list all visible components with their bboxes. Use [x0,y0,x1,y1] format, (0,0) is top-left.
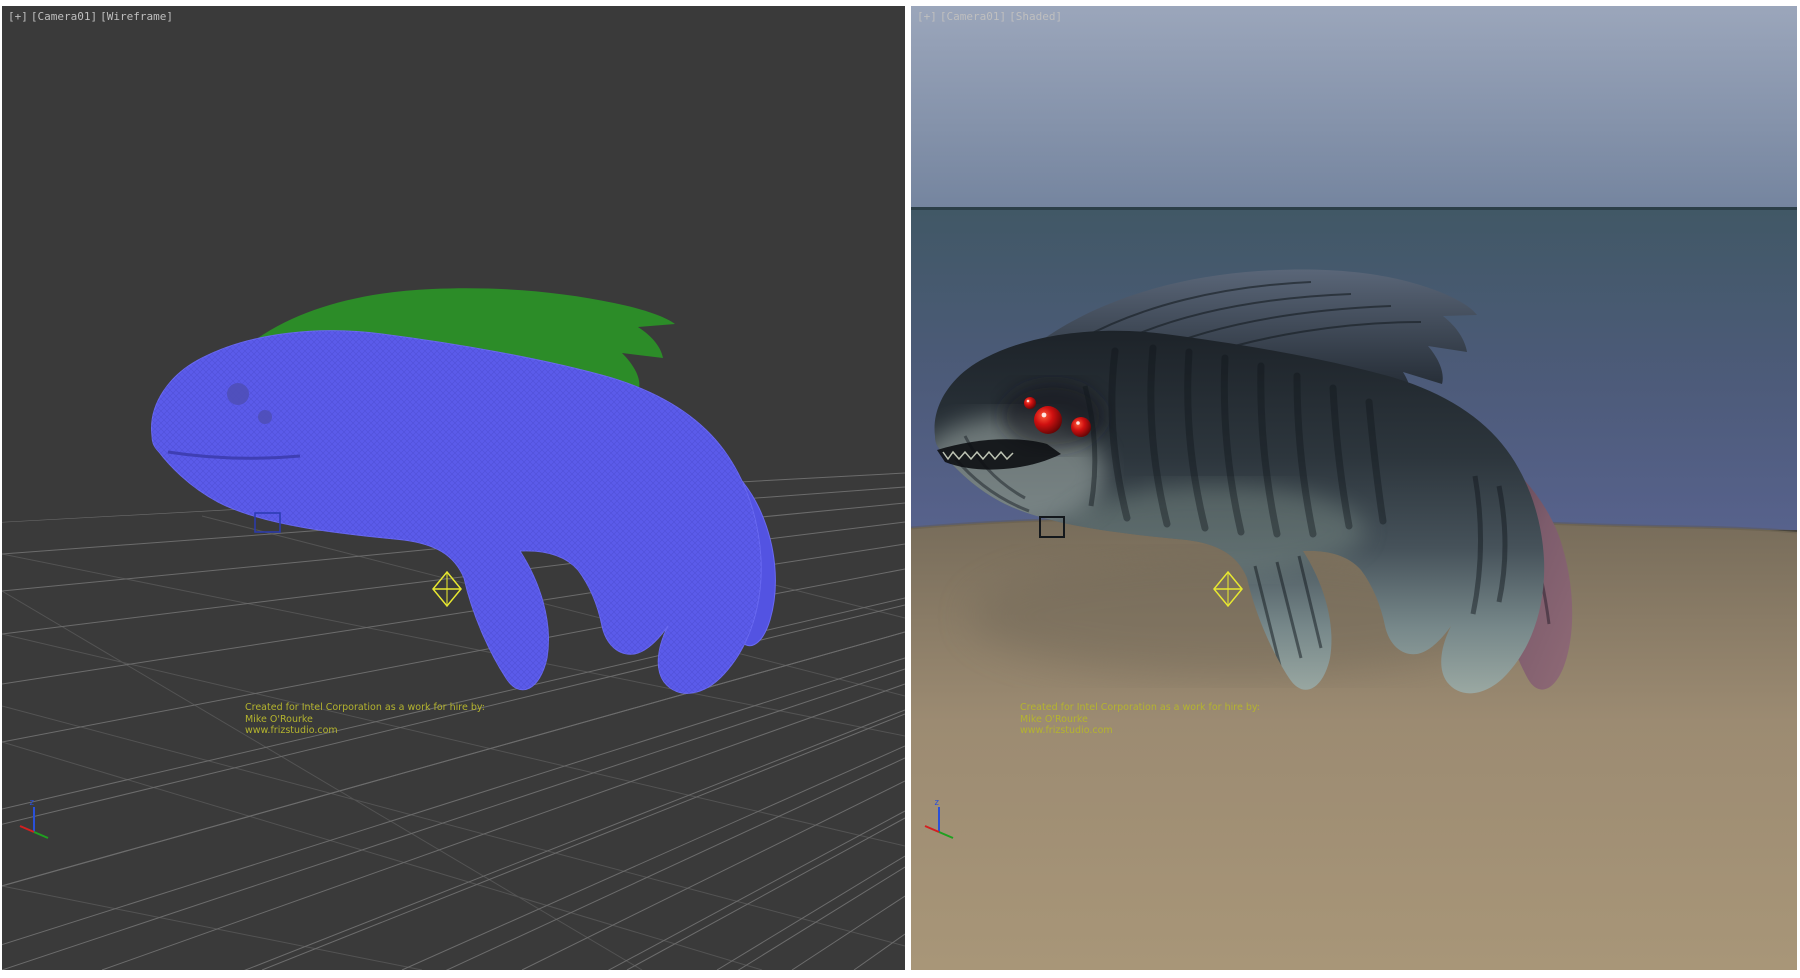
viewport-label-right: [+] [Camera01] [Shaded] [917,10,1062,23]
scene-annotation-text: Created for Intel Corporation as a work … [1020,702,1260,737]
world-axis-tripod: z [18,796,58,842]
axis-x-icon [925,826,939,832]
sky-upper [911,6,1797,207]
shading-mode-label[interactable]: [Wireframe] [100,10,173,23]
axis-y-icon [34,832,48,838]
annotation-line-3: www.frizstudio.com [245,725,485,737]
viewport-wireframe[interactable]: [+] [Camera01] [Wireframe] [2,6,905,970]
axis-z-label: z [29,798,34,808]
fish-eye-wireframe [227,383,249,405]
axis-y-icon [939,832,953,838]
world-axis-tripod: z [923,796,963,842]
annotation-line-2: Mike O'Rourke [1020,714,1260,726]
scene-annotation-text: Created for Intel Corporation as a work … [245,702,485,737]
viewport-menu-button[interactable]: [+] [8,10,28,23]
axis-x-icon [20,826,34,832]
dual-viewport-area: [+] [Camera01] [Wireframe] [0,0,1800,978]
annotation-line-3: www.frizstudio.com [1020,725,1260,737]
horizon-line [911,207,1797,210]
viewport-menu-button[interactable]: [+] [917,10,937,23]
axis-z-label: z [934,798,939,808]
annotation-line-1: Created for Intel Corporation as a work … [1020,702,1260,714]
camera-pov-label[interactable]: [Camera01] [31,10,97,23]
wireframe-scene-canvas[interactable] [2,6,905,970]
viewport-shaded[interactable]: [+] [Camera01] [Shaded] [911,6,1797,970]
viewport-label-left: [+] [Camera01] [Wireframe] [8,10,173,23]
camera-pov-label[interactable]: [Camera01] [940,10,1006,23]
shaded-scene-canvas[interactable] [911,6,1797,970]
annotation-line-1: Created for Intel Corporation as a work … [245,702,485,714]
fish-eye-small-wireframe [258,410,272,424]
shading-mode-label[interactable]: [Shaded] [1009,10,1062,23]
annotation-line-2: Mike O'Rourke [245,714,485,726]
